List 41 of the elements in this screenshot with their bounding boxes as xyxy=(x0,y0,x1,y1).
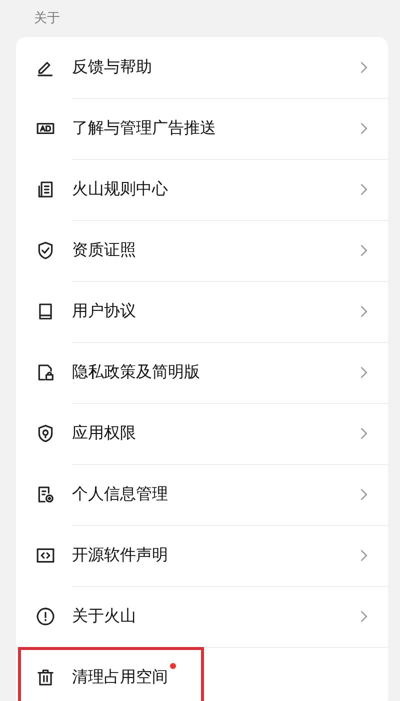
item-label: 反馈与帮助 xyxy=(72,56,152,78)
shield-check-icon xyxy=(36,241,55,260)
item-label: 隐私政策及简明版 xyxy=(72,362,200,382)
settings-item[interactable]: 火山规则中心 xyxy=(16,159,388,220)
settings-item[interactable]: 隐私政策及简明版 xyxy=(16,342,388,403)
chevron-icon xyxy=(360,122,368,134)
settings-item[interactable]: 资质证照 xyxy=(16,220,388,281)
shield-pin-icon xyxy=(36,424,55,443)
chevron-icon xyxy=(360,488,368,500)
item-label: 关于火山 xyxy=(72,606,136,626)
chevron-icon xyxy=(360,244,368,256)
settings-item[interactable]: 反馈与帮助 xyxy=(16,37,388,98)
trash-icon xyxy=(36,668,55,687)
document-gear-icon xyxy=(36,485,55,504)
chevron-icon xyxy=(360,610,368,622)
document-icon xyxy=(36,180,55,199)
settings-item[interactable]: 应用权限 xyxy=(16,403,388,464)
settings-item[interactable]: 个人信息管理 xyxy=(16,464,388,525)
book-icon xyxy=(36,302,55,321)
chevron-icon xyxy=(360,426,368,440)
settings-item[interactable]: 用户协议 xyxy=(16,281,388,342)
item-label: 资质证照 xyxy=(72,240,136,260)
chevron-icon xyxy=(360,304,368,318)
item-label: 清理占用空间 xyxy=(72,667,168,688)
item-label: 个人信息管理 xyxy=(72,484,168,504)
item-label: 火山规则中心 xyxy=(72,178,168,200)
item-label: 用户协议 xyxy=(72,300,136,322)
settings-item[interactable]: 关于火山 xyxy=(16,586,388,647)
code-window-icon xyxy=(36,546,55,565)
chevron-icon xyxy=(360,60,368,74)
item-label: 了解与管理广告推送 xyxy=(72,118,216,138)
chevron-icon xyxy=(360,182,368,196)
section-title: 关于 xyxy=(33,10,61,28)
settings-item[interactable]: 清理占用空间 xyxy=(18,647,204,701)
item-label: 开源软件声明 xyxy=(72,544,168,566)
chevron-icon xyxy=(360,548,368,562)
settings-item[interactable]: 了解与管理广告推送 xyxy=(16,98,388,159)
chevron-icon xyxy=(360,366,368,378)
settings-item[interactable]: 开源软件声明 xyxy=(16,525,388,586)
item-label: 应用权限 xyxy=(72,422,136,444)
lock-document-icon xyxy=(36,363,55,382)
